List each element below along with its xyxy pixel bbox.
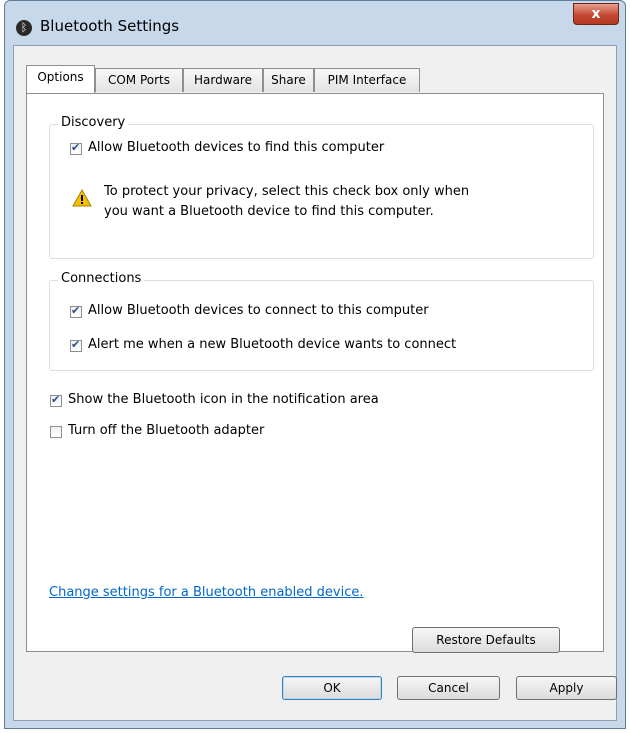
allow-connect-label: Allow Bluetooth devices to connect to th…	[88, 303, 429, 318]
warning-text-line2: you want a Bluetooth device to find this…	[104, 204, 434, 219]
tab-pim-interface[interactable]: PIM Interface	[314, 68, 420, 92]
turn-off-checkbox[interactable]	[50, 426, 62, 438]
discovery-legend: Discovery	[58, 115, 129, 130]
window-title: Bluetooth Settings	[40, 17, 180, 35]
options-panel: Discovery Allow Bluetooth devices to fin…	[26, 93, 604, 653]
warning-text-line1: To protect your privacy, select this che…	[104, 184, 470, 199]
connections-legend: Connections	[58, 271, 145, 286]
connections-group: Connections	[49, 271, 594, 371]
title-bar[interactable]: ᛒ Bluetooth Settings x	[5, 1, 625, 45]
turn-off-label: Turn off the Bluetooth adapter	[68, 423, 265, 438]
tab-com-ports[interactable]: COM Ports	[95, 68, 183, 92]
tab-options[interactable]: Options	[26, 65, 95, 93]
allow-connect-checkbox[interactable]	[70, 304, 82, 318]
bluetooth-settings-window: ᛒ Bluetooth Settings x Options COM Ports…	[4, 0, 626, 729]
show-icon-checkbox[interactable]	[50, 393, 62, 407]
show-icon-label: Show the Bluetooth icon in the notificat…	[68, 392, 379, 407]
ok-button[interactable]: OK	[282, 676, 382, 700]
alert-new-label: Alert me when a new Bluetooth device wan…	[88, 337, 457, 352]
close-button[interactable]: x	[573, 3, 619, 25]
tab-hardware[interactable]: Hardware	[183, 68, 263, 92]
change-device-settings-link[interactable]: Change settings for a Bluetooth enabled …	[49, 585, 364, 600]
allow-find-label: Allow Bluetooth devices to find this com…	[88, 140, 385, 155]
cancel-button[interactable]: Cancel	[397, 676, 500, 700]
apply-button[interactable]: Apply	[516, 676, 617, 700]
warning-icon	[72, 189, 92, 207]
restore-defaults-button[interactable]: Restore Defaults	[412, 627, 560, 653]
bluetooth-icon: ᛒ	[16, 20, 32, 36]
tab-share[interactable]: Share	[263, 68, 314, 92]
alert-new-checkbox[interactable]	[70, 338, 82, 352]
dialog-body: Options COM Ports Hardware Share PIM Int…	[13, 45, 617, 721]
allow-find-checkbox[interactable]	[70, 141, 82, 155]
